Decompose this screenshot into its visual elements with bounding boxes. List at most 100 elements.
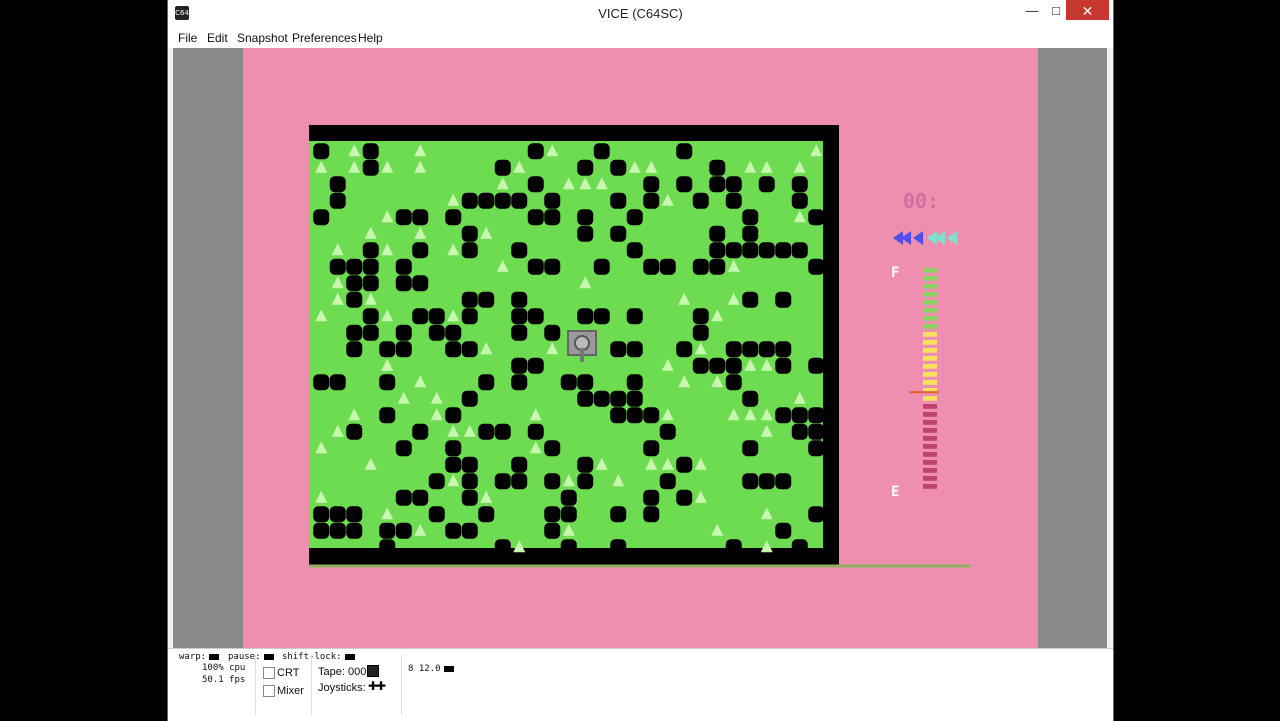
menu-snapshot[interactable]: Snapshot: [237, 31, 288, 45]
rock: [379, 522, 396, 539]
rock: [346, 324, 363, 341]
fuel-segment: [923, 412, 937, 417]
fuel-segment: [923, 404, 937, 409]
rock: [379, 407, 396, 424]
menu-file[interactable]: File: [178, 31, 197, 45]
rock: [544, 192, 561, 209]
rock: [428, 473, 445, 490]
tape-button-icon[interactable]: [367, 665, 379, 677]
rock: [560, 489, 577, 506]
title-bar: C64 VICE (C64SC) — □ ✕: [168, 0, 1113, 28]
rock: [346, 423, 363, 440]
rock: [643, 407, 660, 424]
rock: [511, 192, 528, 209]
rock: [692, 324, 709, 341]
rock: [692, 357, 709, 374]
rock: [808, 258, 825, 275]
rock: [560, 539, 577, 556]
rock: [808, 423, 825, 440]
rock: [775, 291, 792, 308]
rock: [593, 143, 610, 160]
rock: [527, 357, 544, 374]
rock: [626, 209, 643, 226]
rock: [395, 258, 412, 275]
menu-bar: File Edit Snapshot Preferences Help: [168, 28, 1113, 48]
rock: [626, 242, 643, 259]
rock: [610, 506, 627, 523]
crt-checkbox[interactable]: [263, 667, 275, 679]
rock: [527, 176, 544, 193]
fuel-segment: [923, 396, 937, 401]
fuel-segment: [923, 436, 937, 441]
rock: [313, 506, 330, 523]
menu-preferences[interactable]: Preferences: [292, 31, 357, 45]
emulator-screen[interactable]: 00: F E: [173, 48, 1107, 648]
rock: [379, 374, 396, 391]
rock: [478, 374, 495, 391]
rock: [577, 159, 594, 176]
rock: [808, 209, 825, 226]
rock: [791, 539, 808, 556]
rock: [494, 192, 511, 209]
lives-icons: [893, 231, 957, 245]
menu-help[interactable]: Help: [358, 31, 383, 45]
rock: [329, 522, 346, 539]
rock: [544, 440, 561, 457]
rock: [511, 473, 528, 490]
rock: [643, 258, 660, 275]
rock: [610, 539, 627, 556]
rock: [461, 390, 478, 407]
rock: [395, 341, 412, 358]
rock: [643, 489, 660, 506]
close-icon[interactable]: ✕: [1066, 0, 1109, 20]
fuel-segment: [923, 484, 937, 489]
rock: [758, 341, 775, 358]
rock: [626, 390, 643, 407]
menu-edit[interactable]: Edit: [207, 31, 228, 45]
tape-label: Tape:: [318, 666, 345, 678]
rock: [775, 522, 792, 539]
mixer-checkbox[interactable]: [263, 685, 275, 697]
rock: [362, 308, 379, 325]
rock: [791, 176, 808, 193]
vice-window: C64 VICE (C64SC) — □ ✕ File Edit Snapsho…: [168, 0, 1113, 721]
fuel-segment: [923, 276, 937, 281]
rock: [593, 308, 610, 325]
rock: [379, 341, 396, 358]
joystick-icon[interactable]: ✚✚: [368, 679, 386, 693]
rock: [560, 506, 577, 523]
rock: [478, 192, 495, 209]
fuel-segment: [923, 348, 937, 353]
rock: [610, 341, 627, 358]
rock: [511, 308, 528, 325]
c64-display[interactable]: 00: F E: [243, 48, 1038, 648]
rock: [461, 225, 478, 242]
fuel-segment: [923, 340, 937, 345]
rock: [527, 143, 544, 160]
fuel-segment: [923, 292, 937, 297]
rock: [494, 159, 511, 176]
rock: [461, 308, 478, 325]
rock: [527, 308, 544, 325]
rock: [362, 275, 379, 292]
rock: [313, 374, 330, 391]
rock: [313, 209, 330, 226]
rock: [775, 341, 792, 358]
rock: [428, 324, 445, 341]
fuel-segment: [923, 428, 937, 433]
rock: [676, 341, 693, 358]
rock: [577, 225, 594, 242]
rock: [478, 291, 495, 308]
rock: [725, 539, 742, 556]
rock: [742, 291, 759, 308]
rock: [346, 275, 363, 292]
rock: [610, 390, 627, 407]
fuel-segment: [923, 460, 937, 465]
rock: [643, 440, 660, 457]
rock: [775, 242, 792, 259]
rock: [461, 242, 478, 259]
rock: [494, 539, 511, 556]
fuel-level-marker: [909, 391, 939, 394]
rock: [577, 456, 594, 473]
rock: [346, 341, 363, 358]
